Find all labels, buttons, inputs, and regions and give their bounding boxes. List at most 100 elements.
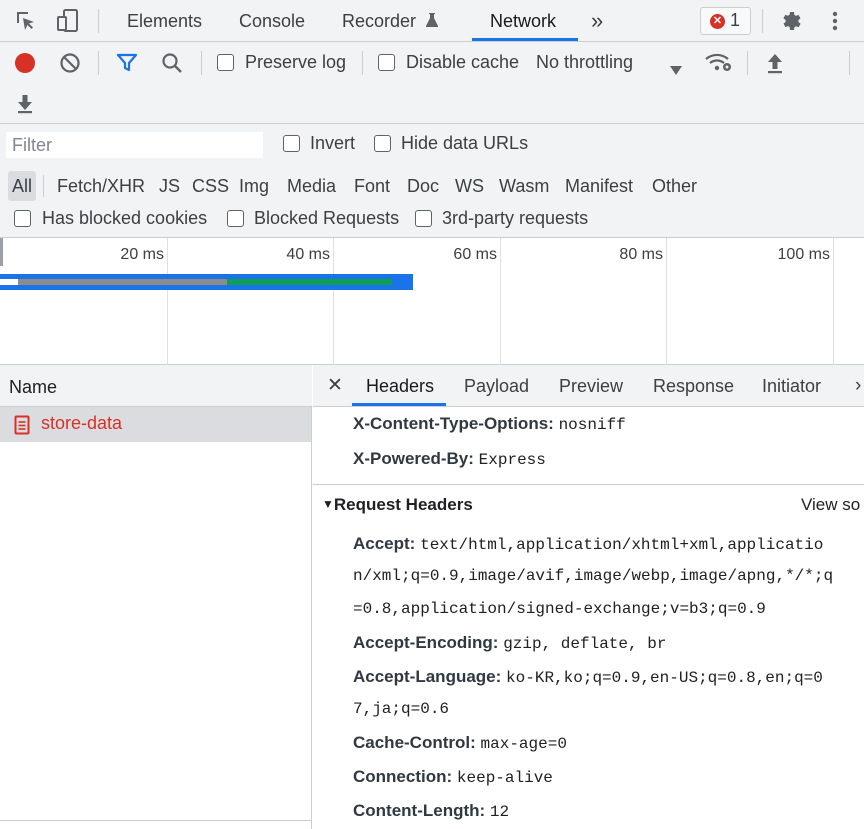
tab-elements[interactable]: Elements — [127, 0, 202, 42]
tick-label: 40 ms — [286, 246, 330, 263]
header-accept-encoding: Accept-Encoding: gzip, deflate, br — [353, 633, 667, 653]
tab-network[interactable]: Network — [490, 0, 556, 42]
divider — [98, 9, 99, 33]
requests-header[interactable]: Name — [0, 365, 312, 407]
search-icon[interactable] — [161, 52, 183, 74]
dropdown-arrow-icon — [670, 59, 682, 80]
tick-label: 100 ms — [777, 246, 830, 263]
throttling-value: No throttling — [536, 52, 634, 72]
preserve-log-checkbox[interactable] — [217, 54, 234, 71]
type-filter-media[interactable]: Media — [287, 171, 336, 201]
hide-data-urls-checkbox[interactable] — [374, 135, 391, 152]
more-tabs-button[interactable]: » — [591, 0, 603, 42]
name-column-header[interactable]: Name — [9, 377, 57, 398]
throttling-select[interactable]: No throttling — [536, 48, 688, 78]
kebab-menu-icon[interactable] — [826, 9, 844, 33]
header-connection: Connection: keep-alive — [353, 767, 553, 787]
tab-initiator[interactable]: Initiator — [762, 365, 821, 407]
clear-icon[interactable] — [59, 52, 81, 74]
active-tab-indicator — [472, 38, 578, 41]
tick-line — [666, 238, 667, 365]
device-toolbar-icon[interactable] — [56, 8, 80, 34]
tab-recorder-label: Recorder — [342, 11, 417, 31]
error-count: 1 — [730, 10, 741, 30]
has-blocked-cookies-checkbox[interactable] — [14, 210, 31, 227]
invert-checkbox[interactable] — [283, 135, 300, 152]
type-filter-wasm[interactable]: Wasm — [499, 171, 549, 201]
request-headers-title: Request Headers — [333, 495, 473, 514]
request-headers-section-toggle[interactable]: ▼Request Headers — [322, 495, 473, 515]
tab-recorder[interactable]: Recorder — [342, 0, 439, 42]
type-filter-doc[interactable]: Doc — [407, 171, 439, 201]
error-icon: ✕ — [710, 14, 725, 29]
divider — [849, 51, 850, 75]
flask-icon — [425, 1, 439, 43]
tab-preview[interactable]: Preview — [559, 365, 623, 407]
type-filter-js[interactable]: JS — [159, 171, 180, 201]
divider — [43, 175, 44, 197]
type-filter-fetch-xhr[interactable]: Fetch/XHR — [57, 171, 145, 201]
type-filter-ws[interactable]: WS — [455, 171, 484, 201]
triangle-down-icon: ▼ — [322, 497, 334, 511]
gear-icon[interactable] — [779, 9, 803, 33]
overview-left-edge — [0, 238, 3, 266]
inspect-element-icon[interactable] — [14, 9, 38, 33]
header-accept: Accept: text/html,application/xhtml+xml,… — [353, 534, 824, 554]
header-accept-cont: =0.8,application/signed-exchange;v=b3;q=… — [353, 600, 766, 618]
filter-icon[interactable] — [116, 53, 138, 73]
tick-line — [167, 238, 168, 365]
divider — [762, 9, 763, 33]
request-timing-bar — [0, 274, 413, 290]
request-details-pane: ✕ Headers Payload Preview Response Initi… — [313, 365, 864, 829]
disable-cache-label: Disable cache — [406, 52, 520, 72]
request-name[interactable]: store-data — [41, 413, 122, 434]
tab-headers[interactable]: Headers — [366, 365, 434, 407]
tab-payload[interactable]: Payload — [464, 365, 529, 407]
active-tab-indicator — [352, 403, 446, 406]
requests-pane: Name store-data — [0, 365, 312, 829]
record-button[interactable] — [15, 53, 35, 73]
requests-scroll-track — [0, 820, 311, 829]
divider — [747, 51, 748, 75]
timing-queue-segment — [0, 279, 18, 285]
section-divider — [313, 484, 864, 485]
header-x-powered-by: X-Powered-By: Express — [353, 449, 546, 469]
tab-console[interactable]: Console — [239, 0, 305, 42]
timing-stalled-segment — [18, 279, 227, 285]
type-filter-all[interactable]: All — [8, 171, 37, 201]
devtools-tab-bar: Elements Console Recorder Network » ✕ 1 — [0, 0, 864, 42]
view-source-link[interactable]: View so — [801, 495, 860, 515]
type-filter-font[interactable]: Font — [354, 171, 390, 201]
type-filter-css[interactable]: CSS — [192, 171, 229, 201]
details-tab-bar: ✕ Headers Payload Preview Response Initi… — [313, 365, 864, 407]
filter-input[interactable]: Filter — [6, 132, 263, 158]
header-accept-cont: n/xml;q=0.9,image/avif,image/webp,image/… — [353, 567, 834, 585]
type-filter-manifest[interactable]: Manifest — [565, 171, 633, 201]
third-party-checkbox[interactable] — [415, 210, 432, 227]
divider — [362, 51, 363, 75]
invert-label: Invert — [310, 133, 356, 153]
network-conditions-icon[interactable] — [704, 51, 734, 75]
filter-bar: Filter Invert Hide data URLs All Fetch/X… — [0, 124, 864, 238]
export-har-icon[interactable] — [15, 91, 35, 115]
type-filter-img[interactable]: Img — [239, 171, 269, 201]
import-har-icon[interactable] — [765, 51, 785, 75]
tick-line — [500, 238, 501, 365]
tick-label: 60 ms — [453, 246, 497, 263]
type-filter-other[interactable]: Other — [652, 171, 697, 201]
tab-response[interactable]: Response — [653, 365, 734, 407]
more-tabs-overflow[interactable]: › — [855, 365, 861, 407]
third-party-label: 3rd-party requests — [442, 208, 589, 228]
has-blocked-cookies-label: Has blocked cookies — [42, 208, 208, 228]
close-icon[interactable]: ✕ — [327, 365, 343, 407]
table-row[interactable]: store-data — [0, 407, 311, 442]
blocked-requests-checkbox[interactable] — [227, 210, 244, 227]
header-accept-language: Accept-Language: ko-KR,ko;q=0.9,en-US;q=… — [353, 667, 823, 687]
tick-label: 80 ms — [619, 246, 663, 263]
network-overview[interactable]: 20 ms 40 ms 60 ms 80 ms 100 ms — [0, 238, 864, 365]
disable-cache-checkbox[interactable] — [378, 54, 395, 71]
document-icon — [14, 415, 30, 440]
blocked-requests-label: Blocked Requests — [254, 208, 400, 228]
divider — [98, 51, 99, 75]
error-badge[interactable]: ✕ 1 — [700, 7, 751, 35]
